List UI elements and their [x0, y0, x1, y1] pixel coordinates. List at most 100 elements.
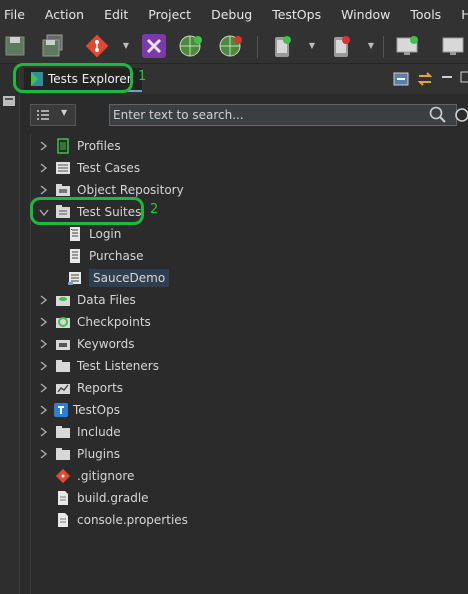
tree-item-label: Reports [77, 381, 124, 395]
keywords-icon [56, 340, 70, 350]
tree-item-label: Data Files [77, 293, 136, 307]
record-web-icon[interactable] [218, 33, 244, 59]
tree-item-label: Login [89, 227, 122, 241]
minimize-icon[interactable] [440, 70, 454, 84]
annotation-highlight-tab [13, 63, 133, 93]
tree-item-label: SauceDemo [89, 269, 170, 287]
save-icon[interactable] [2, 33, 28, 59]
chevron-right-icon[interactable] [37, 444, 51, 464]
tree-item-console-properties[interactable]: console.properties [55, 510, 188, 530]
tree-item-label: Test Cases [77, 161, 141, 175]
toolbar-separator [257, 36, 258, 58]
tree-item-label: Test Listeners [77, 359, 159, 373]
spy-web-icon[interactable] [178, 33, 204, 59]
search-icon[interactable] [428, 105, 448, 125]
filter-dropdown-icon: ▼ [61, 108, 68, 117]
test-suite-icon [70, 249, 80, 263]
test-suite-collection-icon [68, 272, 81, 285]
tree-item-label: Profiles [77, 139, 121, 153]
tree-item-keywords[interactable]: Keywords [37, 334, 135, 354]
menu-testops[interactable]: TestOps [262, 0, 331, 30]
tree-item-label: Include [77, 425, 121, 439]
tree-item-label: TestOps [73, 403, 120, 417]
chevron-right-icon[interactable] [37, 334, 51, 354]
chevron-right-icon[interactable] [37, 136, 51, 156]
tree-item-purchase[interactable]: Purchase [67, 246, 144, 266]
filter-button[interactable]: ▼ [30, 104, 76, 126]
chevron-right-icon[interactable] [37, 356, 51, 376]
tree-item-label: .gitignore [77, 469, 135, 483]
chevron-right-icon[interactable] [37, 400, 51, 420]
git-file-icon [55, 468, 71, 484]
tree-item-profiles[interactable]: Profiles [37, 136, 121, 156]
link-with-editor-icon[interactable] [416, 70, 434, 88]
tree-item-saucedemo[interactable]: SauceDemo [67, 268, 170, 288]
tree-item-reports[interactable]: Reports [37, 378, 123, 398]
advanced-search-icon[interactable] [452, 105, 468, 125]
save-all-icon[interactable] [40, 33, 66, 59]
menu-debug[interactable]: Debug [201, 0, 262, 30]
spy-windows-icon[interactable] [394, 33, 420, 59]
tree-item-test-listeners[interactable]: Test Listeners [37, 356, 159, 376]
file-icon [58, 513, 68, 527]
tree-item-label: Keywords [77, 337, 135, 351]
chevron-right-icon[interactable] [37, 290, 51, 310]
tree-item-test-cases[interactable]: Test Cases [37, 158, 140, 178]
menu-project[interactable]: Project [138, 0, 201, 30]
search-bar: ▼ [30, 102, 468, 128]
data-files-icon [56, 296, 70, 306]
menu-bar: File Action Edit Project Debug TestOps W… [0, 0, 468, 30]
tree-item-label: console.properties [77, 513, 188, 527]
tree-item-include[interactable]: Include [37, 422, 121, 442]
folder-icon [56, 360, 70, 372]
tree-item-label: Purchase [89, 249, 144, 263]
test-cases-icon [56, 162, 70, 174]
minimized-view-icon[interactable] [2, 94, 16, 108]
tree-item-login[interactable]: Login [67, 224, 121, 244]
testops-icon [54, 403, 68, 417]
tree-item-label: Plugins [77, 447, 120, 461]
menu-action[interactable]: Action [35, 0, 94, 30]
menu-file[interactable]: File [0, 0, 35, 30]
chevron-right-icon[interactable] [37, 378, 51, 398]
annotation-highlight-test-suites [30, 197, 144, 225]
folder-icon [56, 448, 70, 460]
tree-item-build-gradle[interactable]: build.gradle [55, 488, 149, 508]
left-trim-stack [0, 64, 20, 594]
chevron-right-icon[interactable] [37, 422, 51, 442]
tree-item-data-files[interactable]: Data Files [37, 290, 136, 310]
tree-item-checkpoints[interactable]: Checkpoints [37, 312, 151, 332]
tree-item-testops[interactable]: TestOps [37, 400, 120, 420]
chevron-right-icon[interactable] [37, 312, 51, 332]
tree-item-gitignore[interactable]: .gitignore [55, 466, 134, 486]
checkpoints-icon [56, 317, 70, 328]
menu-edit[interactable]: Edit [94, 0, 138, 30]
collapse-all-icon[interactable] [392, 70, 410, 88]
git-icon[interactable] [84, 33, 110, 59]
menu-window[interactable]: Window [331, 0, 400, 30]
spy-mobile-icon[interactable] [269, 33, 295, 59]
test-suite-icon [70, 227, 80, 241]
chevron-right-icon[interactable] [37, 158, 51, 178]
spy-mobile-dropdown-icon[interactable]: ▼ [307, 41, 317, 51]
folder-icon [56, 426, 70, 438]
menu-help[interactable]: Help [451, 0, 468, 30]
annotation-number-1: 1 [138, 69, 147, 84]
filter-list-icon [37, 110, 49, 120]
search-input[interactable] [109, 104, 457, 126]
tree-item-label: Object Repository [77, 183, 184, 197]
tree-item-plugins[interactable]: Plugins [37, 444, 120, 464]
object-repository-icon [56, 184, 70, 196]
file-icon [58, 491, 68, 505]
katalon-recorder-icon[interactable] [141, 33, 167, 59]
git-dropdown-icon[interactable]: ▼ [121, 41, 131, 51]
record-mobile-dropdown-icon[interactable]: ▼ [366, 41, 376, 51]
record-windows-icon[interactable] [440, 33, 466, 59]
tree-item-label: Checkpoints [77, 315, 151, 329]
profiles-icon [57, 138, 69, 154]
maximize-icon[interactable] [460, 70, 468, 84]
tree-item-label: build.gradle [77, 491, 149, 505]
menu-tools[interactable]: Tools [400, 0, 451, 30]
main-toolbar: ▼ ▼ ▼ [0, 30, 468, 64]
record-mobile-icon[interactable] [328, 33, 354, 59]
